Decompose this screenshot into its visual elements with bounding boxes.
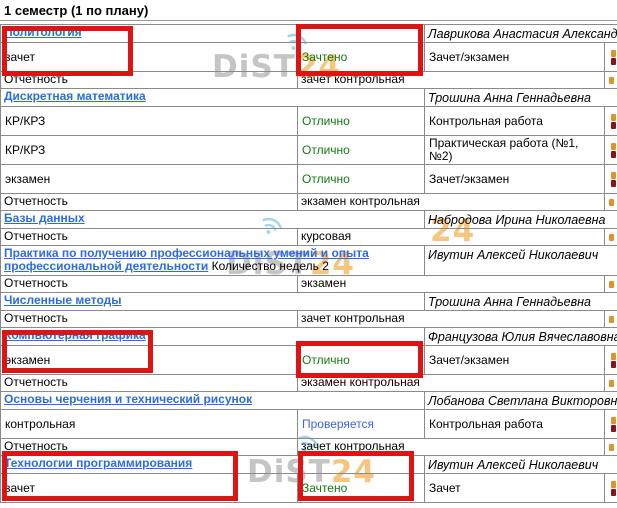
clipped-text-fragment <box>609 77 614 84</box>
report-row: Отчетностьэкзамен <box>1 276 617 293</box>
course-link[interactable]: Численные методы <box>4 293 122 307</box>
annotation-box <box>2 330 153 373</box>
work-type-cell: Практическая работа (№1, №2) <box>425 136 605 164</box>
clipped-text-fragment <box>611 417 616 424</box>
clipped-text-fragment <box>611 50 616 57</box>
course-row: Численные методы Трошина Анна Геннадьевна <box>1 293 617 311</box>
course-row: Базы данных Набродова Ирина Николаевна <box>1 211 617 229</box>
grade-result-cell: Отлично <box>298 107 425 135</box>
annotation-box <box>298 451 414 501</box>
clipped-edge-cell <box>605 439 617 455</box>
clipped-edge-cell <box>605 43 617 71</box>
teacher-name: Французова Юлия Вячеславовна <box>425 328 617 345</box>
clipped-text-fragment <box>609 380 614 387</box>
annotation-box <box>296 341 423 378</box>
work-type-cell: Зачет/экзамен <box>425 165 605 193</box>
clipped-text-fragment <box>609 444 614 451</box>
report-row: Отчетностькурсовая <box>1 229 617 246</box>
course-suffix-text: Количество недель 2 <box>212 259 329 273</box>
grade-row: экзаменОтличноЗачет/экзамен <box>1 165 617 194</box>
clipped-text-fragment <box>611 143 616 150</box>
clipped-text-fragment <box>611 481 616 488</box>
teacher-name: Трошина Анна Геннадьевна <box>425 89 617 106</box>
clipped-text-fragment <box>609 316 614 323</box>
clipped-edge-cell <box>605 165 617 193</box>
report-label-cell: Отчетность <box>1 375 298 391</box>
course-name-cell: Дискретная математика <box>1 89 425 106</box>
control-type-cell: экзамен <box>1 165 298 193</box>
clipped-text-fragment <box>609 281 614 288</box>
teacher-name: Ивутин Алексей Николаевич <box>425 456 617 473</box>
grade-result-cell: Отлично <box>298 165 425 193</box>
report-value-cell: зачет контрольная <box>298 311 605 327</box>
report-value-cell: экзамен <box>298 276 605 292</box>
control-type-cell: контрольная <box>1 410 298 438</box>
report-label-cell: Отчетность <box>1 194 298 210</box>
report-label-cell: Отчетность <box>1 229 298 245</box>
clipped-text-fragment <box>611 58 616 65</box>
semester-grades-table: ПолитологияЛаврикова Анастасия Александр… <box>0 24 617 503</box>
annotation-box <box>2 26 133 76</box>
clipped-edge-cell <box>605 311 617 327</box>
report-row: Отчетностьзачет контрольная <box>1 311 617 328</box>
course-name-cell: Численные методы <box>1 293 425 310</box>
course-row: Основы черчения и технический рисунок Лоб… <box>1 392 617 410</box>
course-row: Дискретная математика Трошина Анна Геннад… <box>1 89 617 107</box>
clipped-edge-cell <box>605 410 617 438</box>
clipped-edge-cell <box>605 229 617 245</box>
work-type-cell: Контрольная работа <box>425 107 605 135</box>
clipped-text-fragment <box>611 353 616 360</box>
teacher-name: Ивутин Алексей Николаевич <box>425 246 617 275</box>
teacher-name: Набродова Ирина Николаевна <box>425 211 617 228</box>
report-value-cell: курсовая <box>298 229 605 245</box>
clipped-edge-cell <box>605 136 617 164</box>
work-type-cell: Зачет/экзамен <box>425 346 605 374</box>
clipped-text-fragment <box>609 199 614 206</box>
clipped-edge-cell <box>605 276 617 292</box>
annotation-box <box>296 24 423 76</box>
grade-row: КР/КРЗОтличноКонтрольная работа <box>1 107 617 136</box>
clipped-text-fragment <box>611 425 616 432</box>
report-value-cell: экзамен контрольная <box>298 194 605 210</box>
course-link[interactable]: Дискретная математика <box>4 89 146 103</box>
grade-row: КР/КРЗОтличноПрактическая работа (№1, №2… <box>1 136 617 165</box>
work-type-cell: Зачет/экзамен <box>425 43 605 71</box>
grade-result-cell: Проверяется <box>298 410 425 438</box>
course-row: Практика по получению профессиональных у… <box>1 246 617 276</box>
page-title: 1 семестр (1 по плану) <box>0 0 617 21</box>
grade-result-cell: Отлично <box>298 136 425 164</box>
clipped-edge-cell <box>605 194 617 210</box>
clipped-edge-cell <box>605 375 617 391</box>
clipped-text-fragment <box>611 180 616 187</box>
clipped-text-fragment <box>611 489 616 496</box>
clipped-edge-cell <box>605 107 617 135</box>
teacher-name: Трошина Анна Геннадьевна <box>425 293 617 310</box>
teacher-name: Лобанова Светлана Викторовна <box>425 392 617 409</box>
clipped-text-fragment <box>611 172 616 179</box>
course-link[interactable]: Основы черчения и технический рисунок <box>4 392 252 406</box>
control-type-cell: КР/КРЗ <box>1 136 298 164</box>
annotation-box <box>2 451 238 501</box>
work-type-cell: Контрольная работа <box>425 410 605 438</box>
course-link[interactable]: Базы данных <box>4 211 85 225</box>
report-label-cell: Отчетность <box>1 311 298 327</box>
clipped-text-fragment <box>611 114 616 121</box>
clipped-text-fragment <box>611 151 616 158</box>
grade-row: контрольнаяПроверяетсяКонтрольная работа <box>1 410 617 439</box>
clipped-text-fragment <box>611 361 616 368</box>
clipped-text-fragment <box>611 122 616 129</box>
clipped-edge-cell <box>605 474 617 502</box>
report-label-cell: Отчетность <box>1 276 298 292</box>
clipped-text-fragment <box>609 234 614 241</box>
clipped-edge-cell <box>605 72 617 88</box>
control-type-cell: КР/КРЗ <box>1 107 298 135</box>
course-name-cell: Основы черчения и технический рисунок <box>1 392 425 409</box>
report-row: Отчетностьэкзамен контрольная <box>1 194 617 211</box>
work-type-cell: Зачет <box>425 474 605 502</box>
course-name-cell: Практика по получению профессиональных у… <box>1 246 425 275</box>
clipped-edge-cell <box>605 346 617 374</box>
teacher-name: Лаврикова Анастасия Александровна <box>425 25 617 42</box>
course-name-cell: Базы данных <box>1 211 425 228</box>
